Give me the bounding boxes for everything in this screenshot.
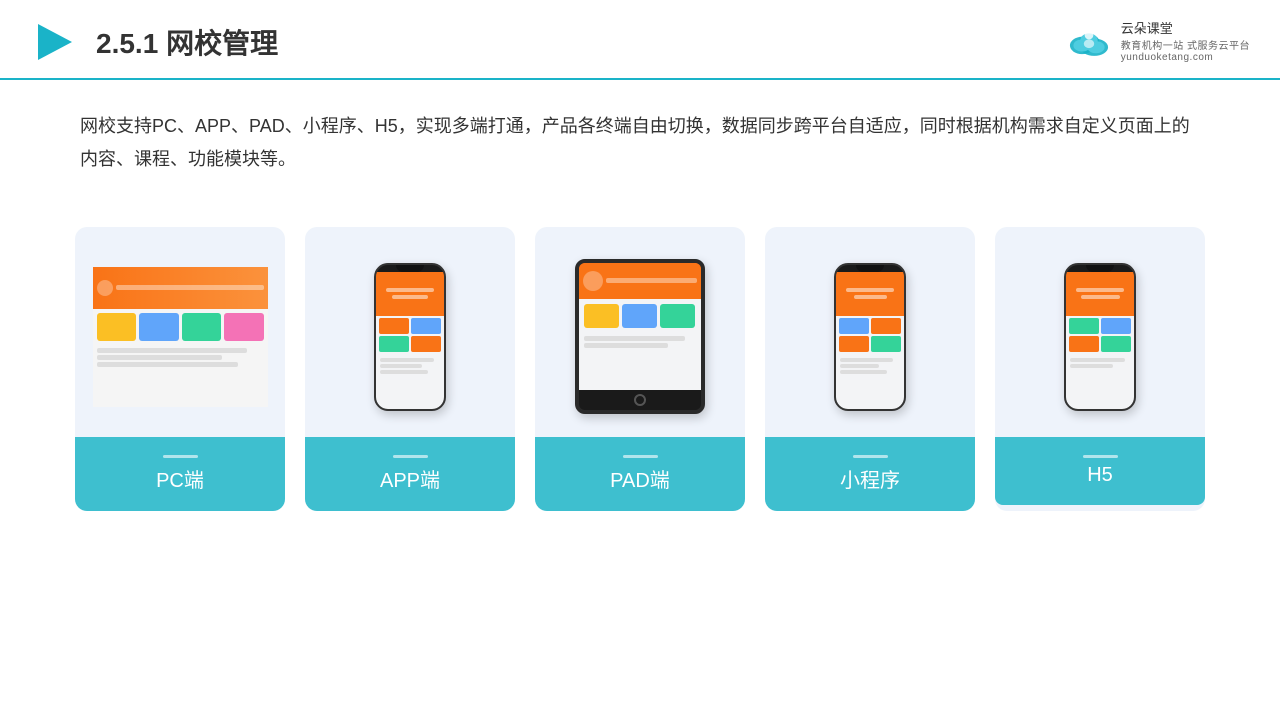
label-bar-decoration	[1083, 455, 1118, 458]
miniapp-phone-screen	[836, 272, 904, 409]
phone-notch-3	[1086, 265, 1114, 272]
page-title: 2.5.1 网校管理	[96, 22, 278, 62]
miniapp-phone-mockup	[834, 263, 906, 411]
brand-logo: 云朵课堂 教育机构一站 式服务云平台 yunduoketang.com	[1063, 21, 1250, 64]
title-text: 网校管理	[166, 28, 278, 59]
logo-arrow-icon	[30, 18, 78, 66]
app-phone-mockup	[374, 263, 446, 411]
device-cards-container: PC端	[0, 197, 1280, 541]
device-card-h5: H5	[995, 227, 1205, 511]
description-text: 网校支持PC、APP、PAD、小程序、H5，实现多端打通，产品各终端自由切换，数…	[0, 80, 1280, 187]
brand-url: yunduoketang.com	[1121, 52, 1250, 63]
tablet-home-button	[634, 394, 646, 406]
pc-mockup	[93, 267, 268, 407]
device-card-miniapp: 小程序	[765, 227, 975, 511]
pad-image-area	[535, 227, 745, 437]
brand-name: 云朵课堂	[1121, 21, 1250, 38]
label-bar-decoration	[623, 455, 658, 458]
device-card-pad: PAD端	[535, 227, 745, 511]
pad-label: PAD端	[535, 437, 745, 511]
phone-notch-2	[856, 265, 884, 272]
h5-phone-mockup	[1064, 263, 1136, 411]
header-left: 2.5.1 网校管理	[30, 18, 278, 66]
miniapp-image-area	[765, 227, 975, 437]
label-bar-decoration	[163, 455, 198, 458]
title-number: 2.5.1	[96, 28, 158, 59]
cloud-logo-icon	[1063, 26, 1115, 58]
device-card-app: APP端	[305, 227, 515, 511]
pc-image-area	[75, 227, 285, 437]
app-label: APP端	[305, 437, 515, 511]
h5-phone-screen	[1066, 272, 1134, 409]
page-header: 2.5.1 网校管理 云朵课堂 教育机构一站 式服务云平台	[0, 0, 1280, 80]
header-right: 云朵课堂 教育机构一站 式服务云平台 yunduoketang.com	[1063, 21, 1250, 64]
miniapp-screen-grid	[836, 315, 904, 355]
h5-screen-grid	[1066, 315, 1134, 355]
app-image-area	[305, 227, 515, 437]
label-bar-decoration	[393, 455, 428, 458]
label-bar-decoration	[853, 455, 888, 458]
h5-image-area	[995, 227, 1205, 437]
pad-tablet-screen	[579, 263, 701, 390]
pc-screen-content	[93, 267, 268, 382]
miniapp-label: 小程序	[765, 437, 975, 511]
phone-notch	[396, 265, 424, 272]
pc-screen-outer	[93, 267, 268, 382]
pad-tablet-mockup	[575, 259, 705, 414]
brand-name-container: 云朵课堂 教育机构一站 式服务云平台 yunduoketang.com	[1121, 21, 1250, 64]
device-card-pc: PC端	[75, 227, 285, 511]
pc-label: PC端	[75, 437, 285, 511]
brand-tagline: 教育机构一站 式服务云平台	[1121, 37, 1250, 52]
app-screen-header	[376, 272, 444, 316]
app-screen-grid	[376, 315, 444, 355]
h5-screen-header	[1066, 272, 1134, 316]
miniapp-screen-header	[836, 272, 904, 316]
h5-label: H5	[995, 437, 1205, 505]
app-phone-screen	[376, 272, 444, 409]
